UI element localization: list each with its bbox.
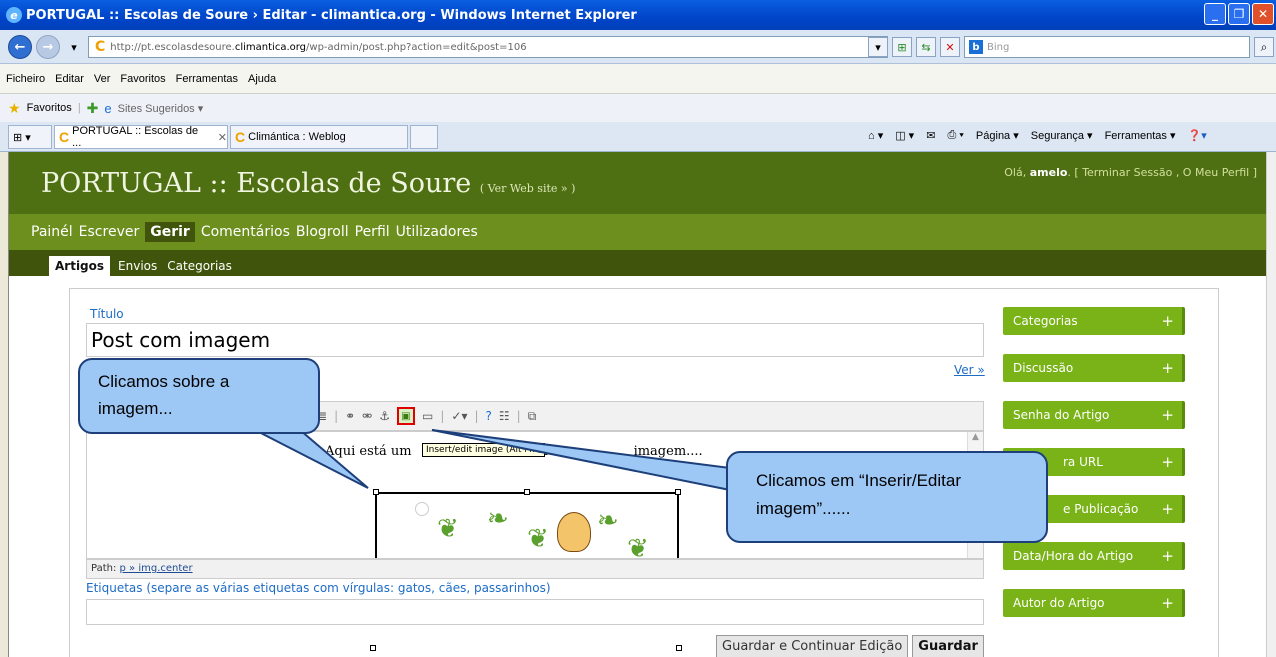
callout-left: Clicamos sobre a imagem... bbox=[78, 358, 320, 434]
callout-right: Clicamos em “Inserir/Editar imagem”.....… bbox=[726, 451, 1048, 543]
left-callout-tail bbox=[254, 429, 369, 489]
right-callout-tail bbox=[431, 429, 731, 492]
callout-tails bbox=[254, 429, 731, 492]
